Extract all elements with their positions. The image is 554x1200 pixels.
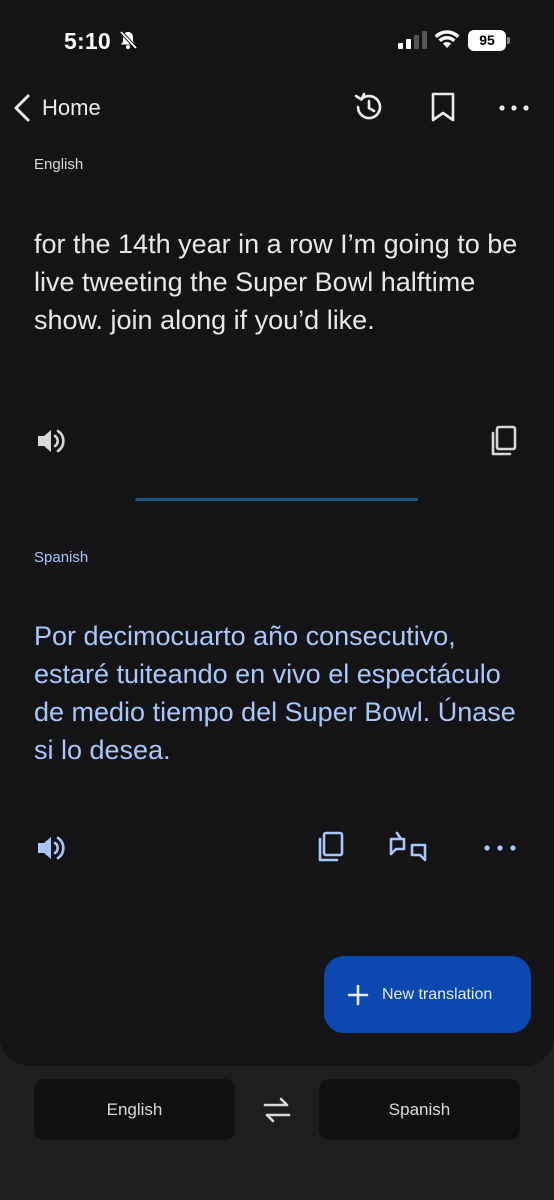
bell-slash-icon <box>119 30 138 50</box>
speaker-icon[interactable] <box>34 831 68 865</box>
battery-tip <box>507 37 510 44</box>
target-language-label: Spanish <box>34 549 89 566</box>
status-time: 5:10 <box>64 28 111 54</box>
translated-text[interactable]: Por decimocuarto año consecutivo, estaré… <box>34 617 534 769</box>
back-button[interactable]: Home <box>10 90 120 126</box>
swap-languages-icon[interactable] <box>261 1094 293 1126</box>
copy-icon[interactable] <box>489 424 519 458</box>
more-options-icon[interactable] <box>498 90 530 124</box>
chevron-left-icon <box>14 94 30 122</box>
speaker-icon[interactable] <box>34 424 68 458</box>
wifi-icon <box>434 30 460 48</box>
new-translation-button[interactable]: New translation <box>324 956 531 1033</box>
new-translation-label: New translation <box>382 985 493 1003</box>
plus-icon <box>347 984 369 1005</box>
back-label: Home <box>42 95 101 120</box>
source-text[interactable]: for the 14th year in a row I’m going to … <box>34 225 524 339</box>
section-divider <box>135 498 418 501</box>
source-language-label: English <box>34 156 84 173</box>
source-language-button[interactable]: English <box>34 1079 235 1140</box>
cellular-signal-icon <box>398 31 427 49</box>
target-language-button[interactable]: Spanish <box>319 1079 520 1140</box>
bookmark-icon[interactable] <box>428 90 458 124</box>
copy-icon[interactable] <box>316 830 346 864</box>
feedback-icon[interactable] <box>388 829 428 865</box>
more-options-icon[interactable] <box>483 831 517 865</box>
battery-indicator: 95 <box>468 30 506 51</box>
history-icon[interactable] <box>353 90 383 124</box>
